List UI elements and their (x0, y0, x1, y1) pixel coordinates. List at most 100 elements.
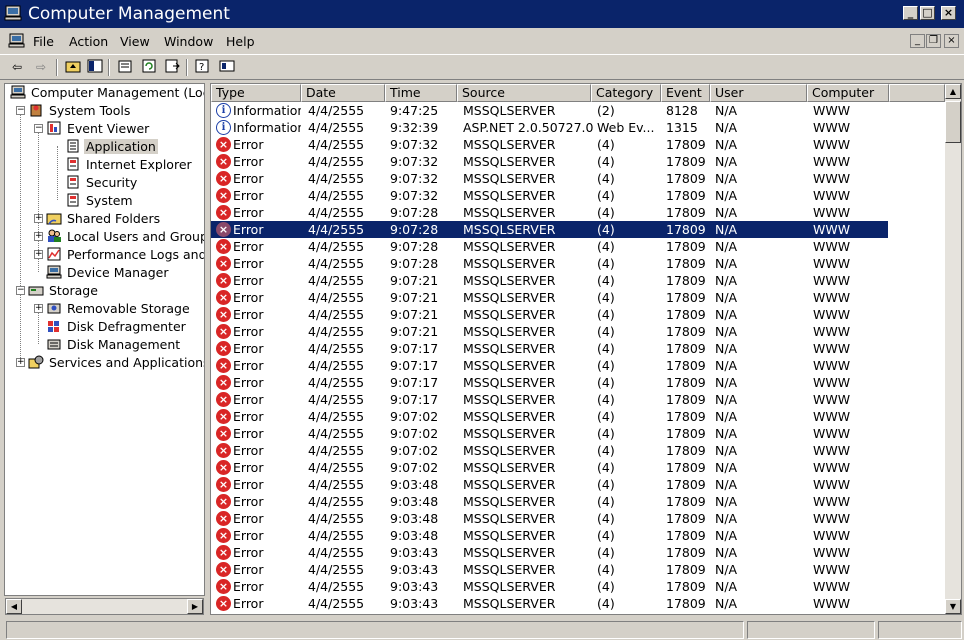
cell-type: Error (233, 171, 264, 186)
collapse-toggle[interactable]: − (16, 286, 25, 295)
scroll-right-button[interactable]: ▶ (187, 599, 203, 614)
forward-arrow-icon[interactable]: ⇨ (32, 59, 50, 76)
table-row[interactable]: × Error 4/4/2555 9:07:02 MSSQLSERVER (4) 17809… (211, 459, 888, 476)
table-row[interactable]: × Error 4/4/2555 9:07:32 MSSQLSERVER (4) 17809… (211, 136, 888, 153)
table-row[interactable]: × Error 4/4/2555 9:07:17 MSSQLSERVER (4) 17809… (211, 340, 888, 357)
scroll-down-button[interactable]: ▼ (945, 599, 961, 614)
console-icon[interactable] (218, 59, 236, 76)
table-row[interactable]: × Error 4/4/2555 9:07:28 MSSQLSERVER (4) 17809… (211, 255, 888, 272)
table-row[interactable]: × Error 4/4/2555 9:03:48 MSSQLSERVER (4) 17809… (211, 527, 888, 544)
column-header-source[interactable]: Source (457, 84, 591, 102)
list-vertical-scrollbar[interactable]: ▲ ▼ (945, 84, 961, 614)
table-row[interactable]: × Error 4/4/2555 9:07:17 MSSQLSERVER (4) 17809… (211, 357, 888, 374)
error-icon: × (216, 596, 231, 611)
console-window-icon[interactable] (8, 33, 25, 48)
collapse-toggle[interactable]: − (34, 124, 43, 133)
close-button[interactable]: × (941, 6, 956, 20)
tree-item-system[interactable]: System (65, 192, 135, 210)
column-header-event[interactable]: Event (661, 84, 710, 102)
table-row[interactable]: × Error 4/4/2555 9:07:02 MSSQLSERVER (4) 17809… (211, 408, 888, 425)
menu-view[interactable]: View (120, 34, 150, 49)
child-restore-button[interactable]: ❐ (926, 34, 941, 48)
tree-item-services-and-applications[interactable]: Services and Applications (28, 354, 204, 372)
column-header-user[interactable]: User (710, 84, 807, 102)
table-row[interactable]: × Error 4/4/2555 9:07:21 MSSQLSERVER (4) 17809… (211, 289, 888, 306)
scroll-left-button[interactable]: ◀ (6, 599, 22, 614)
table-row[interactable]: × Error 4/4/2555 9:07:28 MSSQLSERVER (4) 17809… (211, 238, 888, 255)
table-row[interactable]: × Error 4/4/2555 9:03:43 MSSQLSERVER (4) 17809… (211, 561, 888, 578)
menu-file[interactable]: File (33, 34, 54, 49)
table-row[interactable]: × Error 4/4/2555 9:07:32 MSSQLSERVER (4) 17809… (211, 187, 888, 204)
back-arrow-icon[interactable]: ⇦ (8, 59, 26, 76)
table-row[interactable]: × Error 4/4/2555 9:07:17 MSSQLSERVER (4) 17809… (211, 391, 888, 408)
export-list-icon[interactable] (163, 59, 181, 76)
help-icon[interactable]: ? (194, 59, 212, 76)
table-row[interactable]: × Error 4/4/2555 9:07:02 MSSQLSERVER (4) 17809… (211, 425, 888, 442)
table-row[interactable]: × Error 4/4/2555 9:07:21 MSSQLSERVER (4) 17809… (211, 306, 888, 323)
tree-item-performance-logs[interactable]: Performance Logs and A (46, 246, 204, 264)
table-row[interactable]: × Error 4/4/2555 9:07:28 MSSQLSERVER (4) 17809… (211, 221, 888, 238)
table-row[interactable]: × Error 4/4/2555 9:07:21 MSSQLSERVER (4) 17809… (211, 272, 888, 289)
column-header-category[interactable]: Category (591, 84, 661, 102)
table-row[interactable]: × Error 4/4/2555 9:07:32 MSSQLSERVER (4) 17809… (211, 170, 888, 187)
title-bar[interactable]: Computer Management _ □ × (0, 0, 964, 28)
tree-item-disk-defragmenter[interactable]: Disk Defragmenter (46, 318, 188, 336)
refresh-icon[interactable] (140, 59, 158, 76)
console-tree[interactable]: Computer Management (Local − System Tool… (4, 83, 205, 596)
tree-horizontal-scrollbar[interactable]: ◀ ▶ (5, 598, 204, 615)
menu-help[interactable]: Help (226, 34, 255, 49)
tree-item-local-users-and-groups[interactable]: Local Users and Groups (46, 228, 204, 246)
table-row[interactable]: × Error 4/4/2555 9:07:21 MSSQLSERVER (4) 17809… (211, 323, 888, 340)
table-row[interactable]: × Error 4/4/2555 9:07:17 MSSQLSERVER (4) 17809… (211, 374, 888, 391)
expand-toggle[interactable]: + (34, 304, 43, 313)
menu-action[interactable]: Action (69, 34, 108, 49)
tree-item-removable-storage[interactable]: Removable Storage (46, 300, 192, 318)
table-row[interactable]: × Error 4/4/2555 9:03:48 MSSQLSERVER (4) 17809… (211, 476, 888, 493)
expand-toggle[interactable]: + (16, 358, 25, 367)
window-title: Computer Management (28, 4, 230, 24)
column-header-computer[interactable]: Computer (807, 84, 889, 102)
scroll-up-button[interactable]: ▲ (945, 84, 961, 99)
cell-category: (4) (597, 596, 615, 611)
scroll-thumb[interactable] (945, 101, 961, 143)
expand-toggle[interactable]: + (34, 250, 43, 259)
tree-item-disk-management[interactable]: Disk Management (46, 336, 182, 354)
show-hide-tree-icon[interactable] (86, 59, 104, 76)
table-row[interactable]: × Error 4/4/2555 9:03:43 MSSQLSERVER (4) 17809… (211, 595, 888, 612)
column-header-type[interactable]: Type (211, 84, 301, 102)
expand-toggle[interactable]: + (34, 232, 43, 241)
cell-category: (4) (597, 307, 615, 322)
tree-item-storage[interactable]: Storage (28, 282, 100, 300)
table-row[interactable]: × Error 4/4/2555 9:03:48 MSSQLSERVER (4) 17809… (211, 493, 888, 510)
cell-source: MSSQLSERVER (463, 426, 556, 441)
up-folder-icon[interactable] (64, 59, 82, 76)
minimize-button[interactable]: _ (903, 6, 918, 20)
tree-item-security[interactable]: Security (65, 174, 139, 192)
tree-item-event-viewer[interactable]: Event Viewer (46, 120, 151, 138)
cell-user: N/A (715, 528, 738, 543)
table-row[interactable]: i Information 4/4/2555 9:32:39 ASP.NET 2.0.5… (211, 119, 888, 136)
tree-item-application[interactable]: Application (65, 138, 158, 156)
column-header-time[interactable]: Time (385, 84, 457, 102)
child-minimize-button[interactable]: _ (910, 34, 925, 48)
table-row[interactable]: × Error 4/4/2555 9:07:02 MSSQLSERVER (4) 17809… (211, 442, 888, 459)
tree-item-shared-folders[interactable]: Shared Folders (46, 210, 162, 228)
table-row[interactable]: × Error 4/4/2555 9:07:32 MSSQLSERVER (4) 17809… (211, 153, 888, 170)
event-list[interactable]: Type Date Time Source Category Event Use… (210, 83, 962, 615)
child-close-button[interactable]: × (944, 34, 959, 48)
column-header-date[interactable]: Date (301, 84, 385, 102)
collapse-toggle[interactable]: − (16, 106, 25, 115)
table-row[interactable]: i Information 4/4/2555 9:47:25 MSSQLSERVER (2… (211, 102, 888, 119)
table-row[interactable]: × Error 4/4/2555 9:03:48 MSSQLSERVER (4) 17809… (211, 510, 888, 527)
tree-item-computer-management[interactable]: Computer Management (Local (10, 84, 204, 102)
table-row[interactable]: × Error 4/4/2555 9:07:28 MSSQLSERVER (4) 17809… (211, 204, 888, 221)
table-row[interactable]: × Error 4/4/2555 9:03:43 MSSQLSERVER (4) 17809… (211, 578, 888, 595)
tree-item-internet-explorer[interactable]: Internet Explorer (65, 156, 194, 174)
table-row[interactable]: × Error 4/4/2555 9:03:43 MSSQLSERVER (4) 17809… (211, 544, 888, 561)
expand-toggle[interactable]: + (34, 214, 43, 223)
properties-icon[interactable] (116, 59, 134, 76)
tree-item-system-tools[interactable]: System Tools (28, 102, 132, 120)
tree-item-device-manager[interactable]: Device Manager (46, 264, 171, 282)
menu-window[interactable]: Window (164, 34, 213, 49)
maximize-button[interactable]: □ (920, 6, 935, 20)
